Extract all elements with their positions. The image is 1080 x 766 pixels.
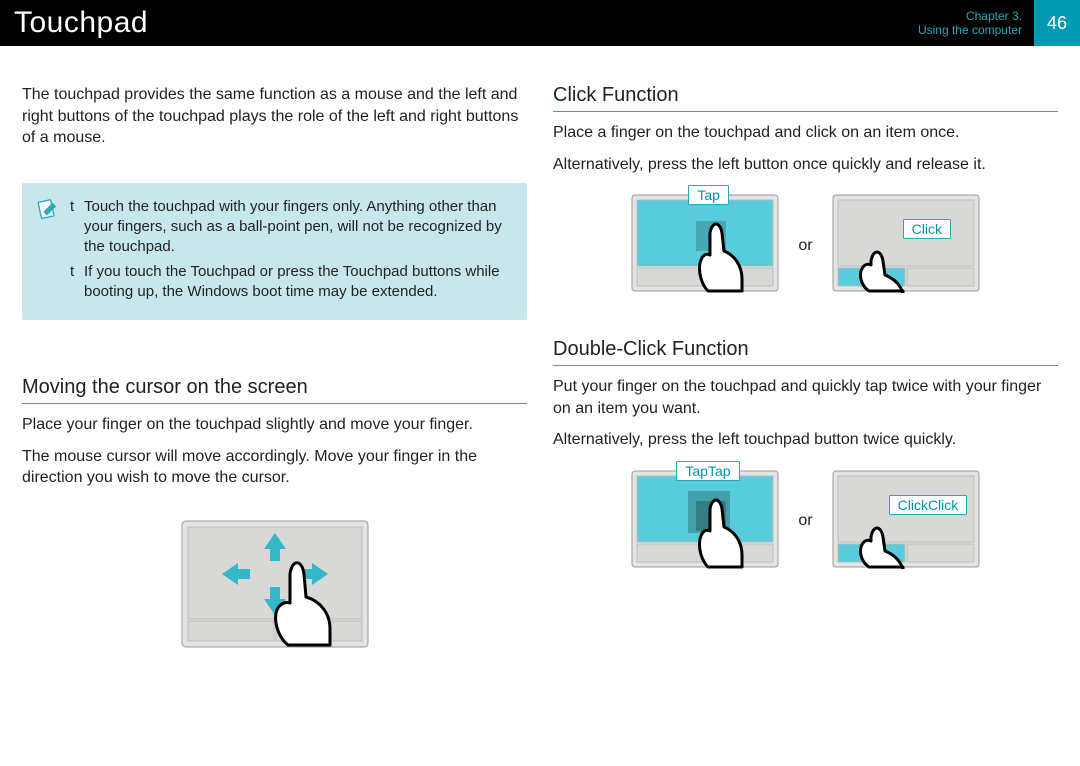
intro-text: The touchpad provides the same function … bbox=[22, 84, 527, 149]
note-icon bbox=[36, 199, 58, 221]
or-text: or bbox=[798, 237, 812, 255]
note-list: t Touch the touchpad with your fingers o… bbox=[70, 197, 509, 306]
chapter-line-1: Chapter 3. bbox=[918, 9, 1022, 23]
dblclick-p1: Put your finger on the touchpad and quic… bbox=[553, 376, 1058, 419]
click-function-section: Click Function Place a finger on the tou… bbox=[553, 84, 1058, 298]
taptap-label: TapTap bbox=[676, 461, 739, 481]
note-text: If you touch the Touchpad or press the T… bbox=[84, 262, 509, 303]
section-heading-click: Click Function bbox=[553, 84, 1058, 112]
bullet-char: t bbox=[70, 197, 84, 258]
left-column: The touchpad provides the same function … bbox=[22, 84, 527, 649]
tap-label: Tap bbox=[688, 185, 729, 205]
page-header: Touchpad Chapter 3. Using the computer 4… bbox=[0, 0, 1080, 46]
figure-double-click: TapTap or ClickClick bbox=[553, 469, 1058, 574]
note-item: t Touch the touchpad with your fingers o… bbox=[70, 197, 509, 258]
chapter-line-2: Using the computer bbox=[918, 23, 1022, 37]
content: The touchpad provides the same function … bbox=[0, 46, 1080, 649]
note-item: t If you touch the Touchpad or press the… bbox=[70, 262, 509, 303]
click-p2: Alternatively, press the left button onc… bbox=[553, 154, 1058, 176]
moving-cursor-p2: The mouse cursor will move accordingly. … bbox=[22, 446, 527, 489]
header-right: Chapter 3. Using the computer 46 bbox=[918, 0, 1080, 46]
note-box: t Touch the touchpad with your fingers o… bbox=[22, 183, 527, 320]
dblclick-p2: Alternatively, press the left touchpad b… bbox=[553, 429, 1058, 451]
double-click-function-section: Double-Click Function Put your finger on… bbox=[553, 338, 1058, 574]
page-title: Touchpad bbox=[14, 6, 148, 40]
bullet-char: t bbox=[70, 262, 84, 303]
clickclick-label: ClickClick bbox=[889, 495, 968, 515]
note-text: Touch the touchpad with your fingers onl… bbox=[84, 197, 509, 258]
right-column: Click Function Place a finger on the tou… bbox=[553, 84, 1058, 649]
chapter-meta: Chapter 3. Using the computer bbox=[918, 9, 1026, 38]
click-label: Click bbox=[903, 219, 951, 239]
or-text: or bbox=[798, 512, 812, 530]
click-p1: Place a finger on the touchpad and click… bbox=[553, 122, 1058, 144]
section-heading-double-click: Double-Click Function bbox=[553, 338, 1058, 366]
figure-moving-cursor bbox=[22, 519, 527, 649]
figure-click: Tap or Click bbox=[553, 193, 1058, 298]
page-number: 46 bbox=[1034, 0, 1080, 46]
moving-cursor-p1: Place your finger on the touchpad slight… bbox=[22, 414, 527, 436]
section-heading-moving-cursor: Moving the cursor on the screen bbox=[22, 376, 527, 404]
